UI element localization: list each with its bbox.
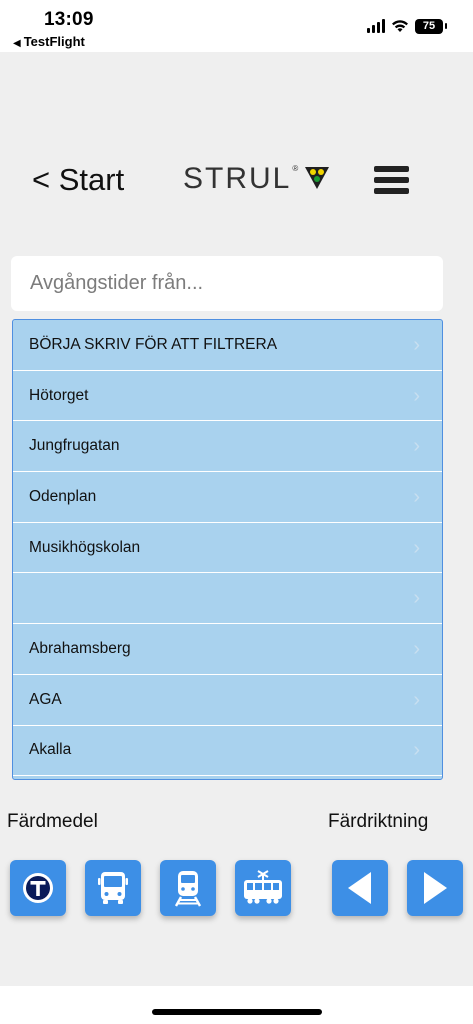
list-item[interactable]: Abrahamsberg ›	[13, 624, 442, 675]
list-item[interactable]: Jungfrugatan ›	[13, 421, 442, 473]
train-button[interactable]	[160, 860, 216, 916]
logo-text: STRUL	[183, 162, 292, 195]
wifi-icon	[392, 20, 408, 32]
logo-registered-mark: ®	[292, 164, 299, 173]
direction-left-button[interactable]	[332, 860, 388, 916]
list-item-label: Jungfrugatan	[29, 437, 120, 455]
traffic-light-logo-icon	[305, 167, 330, 189]
status-time: 13:09	[44, 9, 94, 30]
bus-icon	[98, 872, 128, 904]
list-item[interactable]: Odenplan ›	[13, 472, 442, 523]
metro-icon	[23, 873, 53, 903]
list-item[interactable]: Hötorget ›	[13, 371, 442, 422]
departure-search-input[interactable]	[11, 256, 443, 311]
chevron-right-icon: ›	[413, 587, 420, 610]
list-item-label: Akalla	[29, 741, 72, 759]
direction-right-button[interactable]	[407, 860, 463, 916]
status-back-label: TestFlight	[23, 34, 85, 49]
back-to-start-link[interactable]: < Start	[32, 162, 124, 198]
transport-mode-label: Färdmedel	[7, 811, 98, 832]
home-indicator[interactable]	[152, 1009, 322, 1015]
chevron-right-icon: ›	[413, 485, 420, 508]
status-back-app[interactable]: ◀ TestFlight	[13, 34, 85, 49]
signal-icon	[367, 19, 385, 33]
tram-icon	[244, 870, 282, 904]
status-bar: 13:09 ◀ TestFlight 75	[0, 0, 473, 52]
list-item[interactable]: Akalla ›	[13, 726, 442, 777]
metro-button[interactable]	[10, 860, 66, 916]
chevron-right-icon: ›	[413, 536, 420, 559]
status-icons: 75	[367, 16, 447, 36]
chevron-right-icon: ›	[413, 333, 420, 356]
chevron-right-icon: ›	[413, 384, 420, 407]
list-item-label: Abrahamsberg	[29, 639, 131, 657]
list-item[interactable]: AGA ›	[13, 675, 442, 726]
list-item-label: AGA	[29, 690, 62, 708]
battery-icon: 75	[415, 18, 447, 34]
list-item[interactable]: BÖRJA SKRIV FÖR ATT FILTRERA ›	[13, 320, 442, 371]
list-item-label: Hötorget	[29, 386, 89, 404]
chevron-right-icon: ›	[413, 688, 420, 711]
bus-button[interactable]	[85, 860, 141, 916]
chevron-right-icon: ›	[413, 435, 420, 458]
chevron-right-icon: ›	[413, 637, 420, 660]
train-icon	[174, 871, 202, 907]
chevron-right-icon: ›	[413, 739, 420, 762]
bottom-safe-area	[0, 986, 473, 1024]
tram-button[interactable]	[235, 860, 291, 916]
arrow-right-icon	[424, 872, 447, 904]
hamburger-menu-icon[interactable]	[374, 164, 410, 194]
arrow-left-icon	[348, 872, 371, 904]
back-triangle-icon: ◀	[13, 38, 21, 49]
app-header: < Start STRUL ®	[0, 150, 473, 210]
list-item[interactable]: ›	[13, 573, 442, 625]
list-item-label: BÖRJA SKRIV FÖR ATT FILTRERA	[29, 335, 278, 353]
direction-label: Färdriktning	[328, 811, 429, 832]
list-item[interactable]: Musikhögskolan ›	[13, 523, 442, 574]
strul-logo: STRUL ®	[183, 162, 330, 196]
station-list: BÖRJA SKRIV FÖR ATT FILTRERA › Hötorget …	[12, 319, 443, 780]
list-item-label: Odenplan	[29, 487, 97, 505]
list-item-label: Musikhögskolan	[29, 538, 141, 556]
